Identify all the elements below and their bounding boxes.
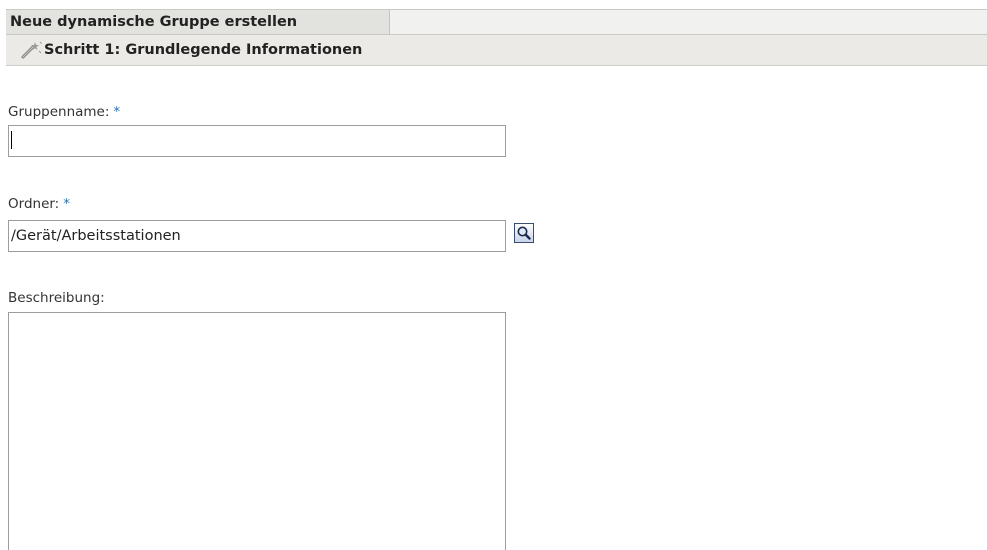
description-label: Beschreibung: (8, 290, 105, 306)
wizard-wand-icon (20, 41, 42, 59)
create-dynamic-group-page: Neue dynamische Gruppe erstellen Schritt… (0, 0, 987, 550)
browse-folder-button[interactable] (514, 223, 534, 243)
step-title: Schritt 1: Grundlegende Informationen (44, 42, 363, 58)
wizard-step-header: Schritt 1: Grundlegende Informationen (6, 35, 987, 66)
group-name-label-text: Gruppenname: (8, 104, 110, 120)
required-marker: * (113, 104, 121, 120)
description-textarea[interactable] (8, 312, 506, 550)
title-bar: Neue dynamische Gruppe erstellen (6, 9, 987, 35)
folder-label: Ordner: * (8, 196, 70, 212)
folder-label-text: Ordner: (8, 196, 60, 212)
group-name-input[interactable] (8, 125, 506, 157)
required-marker: * (63, 196, 70, 212)
folder-input[interactable] (8, 220, 506, 252)
text-cursor (11, 131, 12, 149)
page-title: Neue dynamische Gruppe erstellen (6, 10, 390, 34)
group-name-label: Gruppenname: * (8, 104, 120, 120)
magnifier-icon (515, 226, 533, 246)
